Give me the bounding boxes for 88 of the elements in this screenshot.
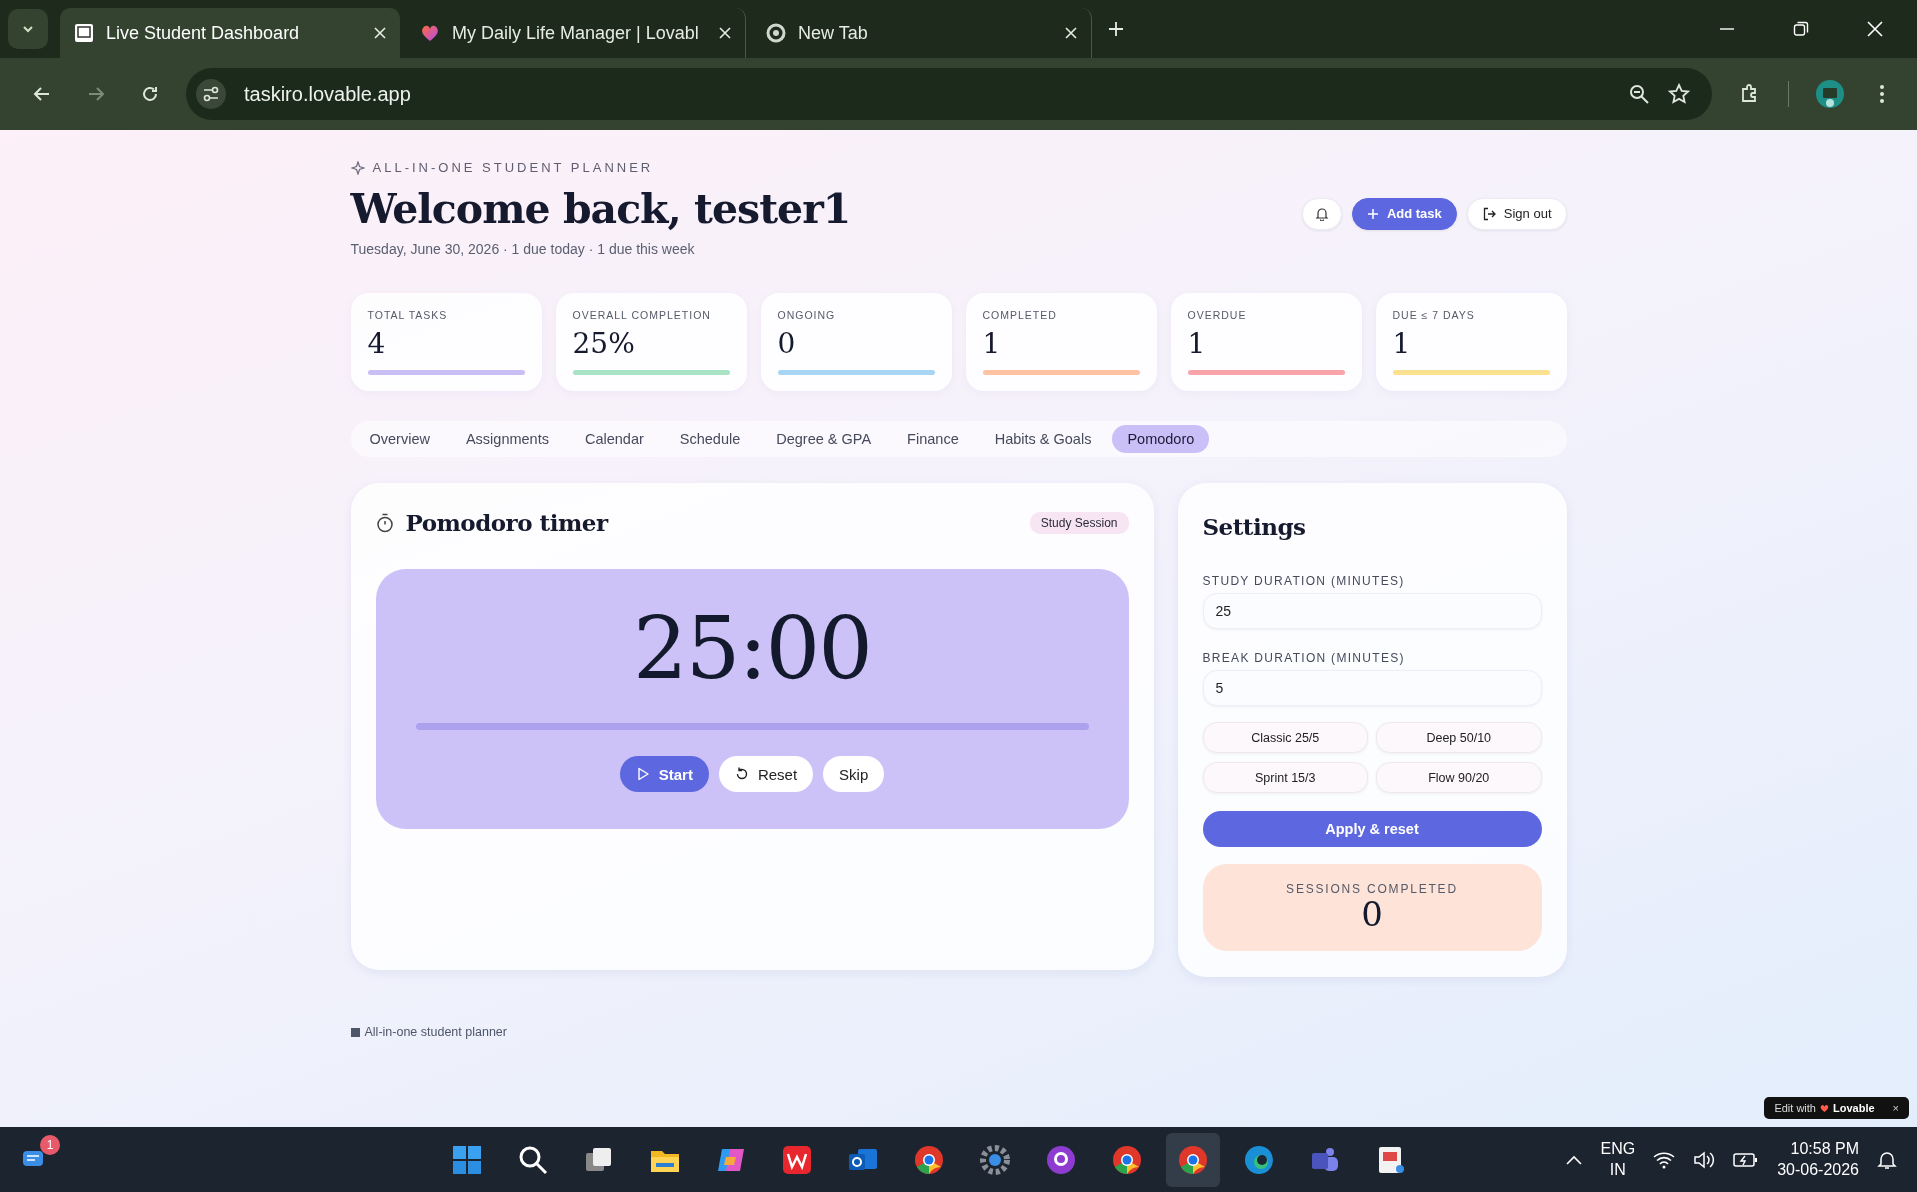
zoom-icon[interactable]	[1628, 83, 1650, 105]
reset-button[interactable]: Reset	[718, 756, 814, 792]
close-icon[interactable]	[719, 27, 731, 39]
notification-badge: 1	[40, 1134, 60, 1155]
nav-tab[interactable]: Assignments	[450, 425, 564, 453]
close-button[interactable]: ×	[1892, 1102, 1899, 1114]
bell-icon[interactable]	[1877, 1149, 1897, 1170]
tab-title: My Daily Life Manager | Lovabl	[452, 22, 700, 44]
edit-badge[interactable]: Edit with Lovable ×	[1764, 1097, 1909, 1119]
input-field[interactable]: 5	[1202, 670, 1542, 706]
session-badge: Study Session	[1029, 511, 1129, 534]
tab-title: Live Student Dashboard	[106, 22, 301, 44]
sessions-count: 0	[1361, 895, 1383, 934]
page-title: Welcome back, tester1	[350, 185, 851, 233]
add-task-button[interactable]: Add task	[1351, 197, 1457, 230]
more-icon[interactable]	[1879, 84, 1885, 104]
region-text[interactable]: IN	[1609, 1159, 1626, 1181]
stat-value: 1	[1392, 327, 1412, 360]
stat-value: 0	[777, 327, 797, 360]
edit-with-text: Edit with	[1774, 1102, 1816, 1114]
stat-label: COMPLETED	[982, 309, 1058, 321]
nav-tab[interactable]: Overview	[354, 425, 445, 453]
tab-title: New Tab	[798, 22, 869, 44]
stat-label: OVERDUE	[1187, 309, 1248, 321]
preset-button[interactable]: Classic 25/5	[1202, 722, 1368, 753]
preset-button[interactable]: Sprint 15/3	[1202, 762, 1368, 793]
wifi-icon[interactable]	[1653, 1150, 1676, 1169]
footer-text: All-in-one student planner	[364, 1025, 507, 1039]
stat-label: ONGOING	[777, 309, 837, 321]
bell-icon	[1314, 206, 1329, 221]
stat-value: 4	[367, 327, 387, 360]
restore-icon[interactable]	[1793, 21, 1809, 37]
stat-label: OVERALL COMPLETION	[572, 309, 712, 321]
eyebrow-text: ALL-IN-ONE STUDENT PLANNER	[372, 160, 654, 175]
apply-button[interactable]: Apply & reset	[1202, 811, 1542, 847]
field-label: STUDY DURATION (MINUTES)	[1202, 574, 1406, 588]
sessions-label: SESSIONS COMPLETED	[1286, 881, 1458, 896]
nav-tab[interactable]: Pomodoro	[1112, 425, 1210, 453]
field-label: BREAK DURATION (MINUTES)	[1202, 651, 1406, 665]
preset-button[interactable]: Flow 90/20	[1376, 762, 1542, 793]
close-icon[interactable]	[374, 27, 386, 39]
address-bar[interactable]: taskiro.lovable.app	[186, 68, 1712, 120]
language-text[interactable]: ENG	[1600, 1138, 1636, 1160]
timer-display: 25:00	[633, 605, 871, 691]
heart-icon	[1820, 1103, 1829, 1113]
browser-tab[interactable]: Live Student Dashboard	[60, 8, 400, 58]
site-settings-icon[interactable]	[196, 79, 226, 109]
nav-tab[interactable]: Degree & GPA	[761, 425, 887, 453]
preset-button[interactable]: Deep 50/10	[1376, 722, 1542, 753]
play-icon	[635, 767, 650, 781]
gear-icon	[978, 1142, 1012, 1177]
nav-tab[interactable]: Calendar	[569, 425, 659, 453]
input-field[interactable]: 25	[1202, 593, 1542, 629]
url-text: taskiro.lovable.app	[244, 82, 411, 106]
stat-label: TOTAL TASKS	[367, 309, 449, 321]
start-button[interactable]: Start	[619, 756, 709, 792]
taskbar-app[interactable]	[1166, 1132, 1220, 1187]
nav-tab[interactable]: Finance	[892, 425, 974, 453]
clock-time[interactable]: 10:58 PM	[1790, 1138, 1859, 1160]
battery-icon[interactable]	[1733, 1150, 1760, 1169]
reload-icon[interactable]	[140, 84, 160, 104]
stat-label: DUE ≤ 7 DAYS	[1392, 309, 1476, 321]
page-subtitle: Tuesday, June 30, 2026 · 1 due today · 1 due this week	[350, 241, 696, 257]
close-icon[interactable]	[1065, 27, 1077, 39]
clock-date[interactable]: 30-06-2026	[1777, 1159, 1859, 1181]
square-icon	[350, 1027, 360, 1037]
sign-out-button[interactable]: Sign out	[1466, 197, 1567, 230]
stat-value: 1	[982, 327, 1002, 360]
stat-value: 25%	[572, 327, 636, 360]
star-icon[interactable]	[1668, 83, 1690, 105]
notifications-button[interactable]	[1301, 197, 1342, 230]
brand-text: Lovable	[1833, 1102, 1875, 1114]
nav-tab[interactable]: Schedule	[664, 425, 756, 453]
stat-value: 1	[1187, 327, 1207, 360]
chevron-up-icon[interactable]	[1566, 1154, 1583, 1165]
skip-button[interactable]: Skip	[823, 756, 885, 792]
new-tab-icon[interactable]	[1108, 21, 1124, 37]
card-title: Pomodoro timer	[405, 509, 608, 536]
card-title: Settings	[1202, 513, 1307, 540]
sparkle-icon	[350, 160, 365, 175]
plus-icon	[1366, 207, 1379, 220]
nav-tab[interactable]: Habits & Goals	[979, 425, 1107, 453]
profile-avatar[interactable]	[1815, 79, 1845, 109]
volume-icon[interactable]	[1693, 1150, 1716, 1169]
heart-icon	[420, 23, 440, 43]
stopwatch-icon	[375, 512, 394, 533]
reset-icon	[734, 767, 749, 781]
sign-out-icon	[1481, 206, 1496, 221]
